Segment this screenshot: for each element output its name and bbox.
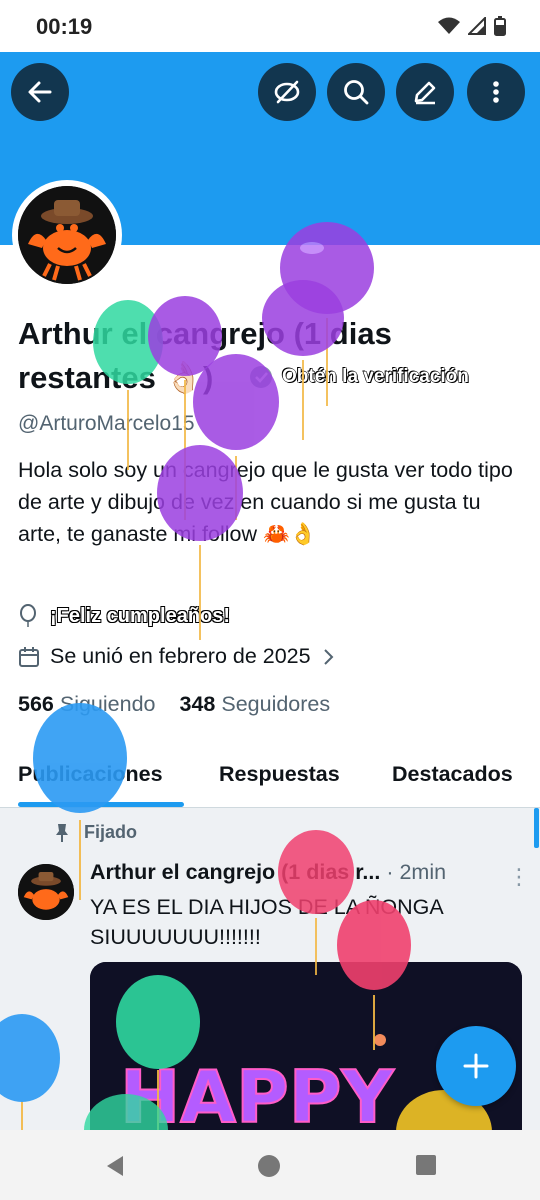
post-time: · 2min [380,860,447,884]
tab-publicaciones[interactable]: Publicaciones [18,762,163,787]
active-tab-indicator [18,802,184,807]
post-author[interactable]: Arthur el cangrejo (1 dias r... [90,860,380,884]
verified-badge-icon [250,366,272,388]
system-nav-bar [0,1130,540,1200]
tab-respuestas[interactable]: Respuestas [219,762,340,787]
crab-avatar-image [18,186,116,284]
wifi-icon [438,17,460,34]
following-link[interactable]: 566 Siguiendo [18,692,156,717]
crab-avatar-image [18,864,74,920]
hide-button[interactable] [258,63,316,121]
nav-recents-icon[interactable] [415,1154,437,1176]
pencil-icon [414,81,436,105]
post-text: YA ES EL DIA HIJOS DE LA ÑONGA SIUUUUUUU… [90,895,443,949]
calendar-icon [19,646,39,667]
search-button[interactable] [327,63,385,121]
status-bar: 00:19 [0,0,540,52]
arrow-left-icon [28,81,52,103]
compose-button[interactable] [436,1026,516,1106]
following-count: 566 [18,692,54,716]
followers-label: Seguidores [221,692,331,716]
chevron-right-icon [323,648,334,665]
avatar [18,186,116,284]
birthday-row: ¡Feliz cumpleaños! [18,604,231,628]
followers-count: 348 [179,692,216,716]
birthday-text: ¡Feliz cumpleaños! [49,604,231,627]
balloon-icon [20,604,36,627]
nav-home-icon[interactable] [257,1154,281,1178]
more-options-button[interactable] [467,63,525,121]
status-icons [438,16,506,36]
back-button[interactable] [11,63,69,121]
more-vertical-icon [493,81,499,103]
pinned-indicator: Fijado [54,822,137,843]
joined-text: Se unió en febrero de 2025 [50,644,311,668]
media-happy-text: HAPPY [120,1055,395,1130]
profile-avatar[interactable] [12,180,122,290]
get-verified-link[interactable]: Obtén la verificación [282,366,470,388]
battery-icon [494,16,506,36]
post-header: Arthur el cangrejo (1 dias r... · 2min [90,860,446,885]
profile-handle: @ArturoMarcelo15 [18,412,195,435]
signal-icon [468,17,486,35]
profile-tabs: Publicaciones Respuestas Destacados [0,752,540,808]
status-time: 00:19 [36,14,93,39]
pin-icon [56,823,68,842]
follow-stats: 566 Siguiendo 348 Seguidores [18,692,330,717]
post-avatar[interactable] [18,864,74,920]
eye-slash-icon [274,80,300,104]
tab-destacados[interactable]: Destacados [392,762,513,787]
profile-bio: Hola solo soy un cangrejo que le gusta v… [18,458,513,546]
plus-icon [463,1053,489,1079]
nav-back-icon[interactable] [103,1154,127,1178]
feed-scrollbar[interactable] [534,808,539,848]
joined-row[interactable]: Se unió en febrero de 2025 [18,644,335,669]
pinned-label: Fijado [84,822,137,842]
following-label: Siguiendo [59,692,156,716]
followers-link[interactable]: 348 Seguidores [180,692,331,717]
post-more-icon[interactable]: ⋮ [508,864,530,890]
search-icon [344,80,369,105]
edit-button[interactable] [396,63,454,121]
